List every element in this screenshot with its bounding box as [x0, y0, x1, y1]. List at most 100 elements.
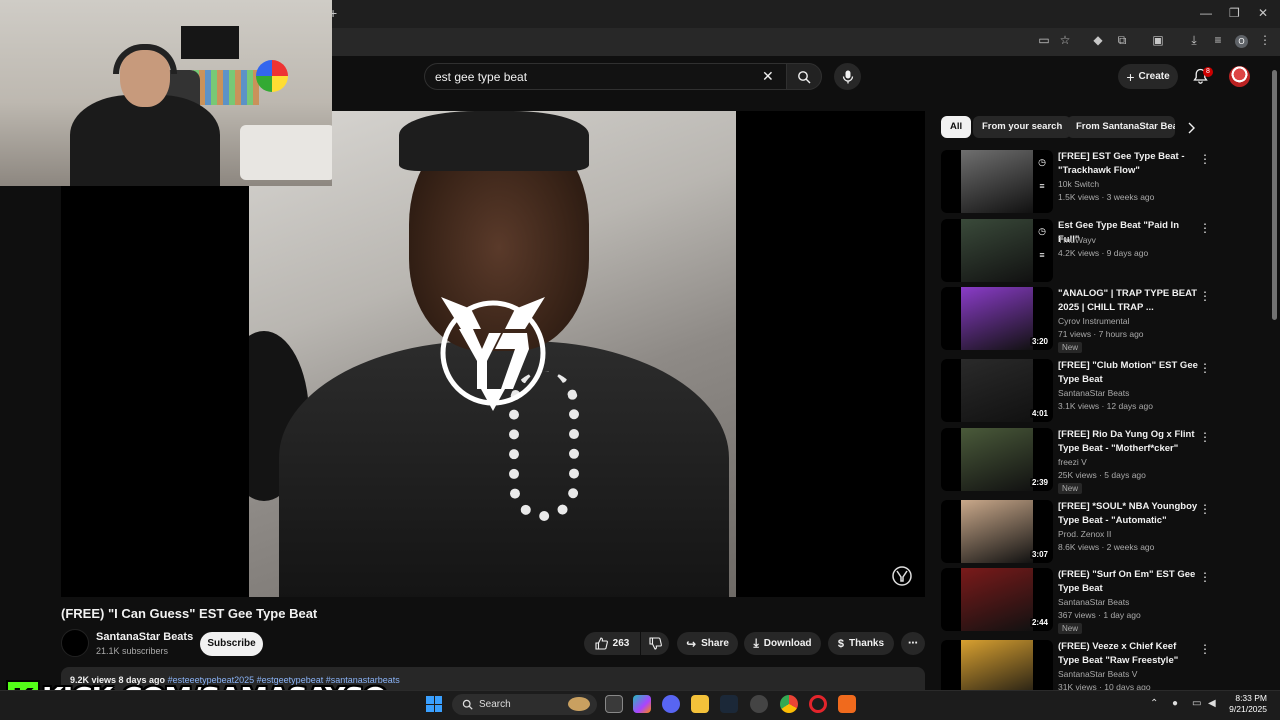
- video-thumbnail[interactable]: 2:39: [941, 428, 1053, 491]
- recommendation-title[interactable]: [FREE] *SOUL* NBA Youngboy Type Beat - "…: [1058, 500, 1198, 527]
- search-icon: [462, 699, 473, 710]
- recommendation-item[interactable]: 3:07 [FREE] *SOUL* NBA Youngboy Type Beat…: [941, 500, 1221, 566]
- voice-search-button[interactable]: [834, 63, 861, 90]
- close-window-button[interactable]: ✕: [1258, 6, 1268, 20]
- watch-later-icon[interactable]: ◷: [1035, 224, 1049, 238]
- tray-mic-icon[interactable]: ●: [1172, 698, 1178, 709]
- download-button[interactable]: ⤓ Download: [744, 632, 821, 655]
- recommendation-title[interactable]: "ANALOG" | TRAP TYPE BEAT 2025 | CHILL T…: [1058, 287, 1198, 314]
- app-icon[interactable]: [750, 695, 768, 713]
- more-options-icon[interactable]: ⋮: [1199, 642, 1211, 656]
- recommendation-title[interactable]: [FREE] "Club Motion" EST Gee Type Beat: [1058, 359, 1198, 386]
- more-options-icon[interactable]: ⋮: [1199, 361, 1211, 375]
- tray-display-icon[interactable]: ▭: [1192, 698, 1201, 709]
- taskbar-weather-icon[interactable]: [568, 697, 590, 711]
- video-thumbnail[interactable]: 2:44: [941, 568, 1053, 631]
- recommendation-channel[interactable]: TmuWayv: [1058, 235, 1096, 245]
- video-thumbnail[interactable]: ◷ ≡: [941, 219, 1053, 282]
- chip-from-your-search[interactable]: From your search: [973, 116, 1072, 138]
- recommendation-item[interactable]: 4:01 [FREE] "Club Motion" EST Gee Type Be…: [941, 359, 1221, 425]
- webcam-headset: [113, 44, 177, 74]
- more-options-icon[interactable]: ⋮: [1199, 289, 1211, 303]
- split-view-icon[interactable]: ▣: [1150, 33, 1166, 47]
- recommendation-channel[interactable]: SantanaStar Beats: [1058, 388, 1129, 398]
- chrome-icon[interactable]: [780, 695, 798, 713]
- bookmark-star-icon[interactable]: ☆: [1057, 33, 1073, 47]
- recommendation-item[interactable]: ◷ ≡ Est Gee Type Beat "Paid In Full" TmuWay…: [941, 219, 1221, 285]
- reading-list-icon[interactable]: ≡: [1210, 33, 1226, 47]
- tray-chevron-icon[interactable]: ⌃: [1150, 698, 1158, 709]
- recommendation-item[interactable]: 2:39 [FREE] Rio Da Yung Og x Flint Type B…: [941, 428, 1221, 494]
- steam-icon[interactable]: [720, 695, 738, 713]
- video-thumbnail[interactable]: 3:20: [941, 287, 1053, 350]
- discord-icon[interactable]: [662, 695, 680, 713]
- notification-count-badge: 8: [1203, 67, 1213, 77]
- recommendation-channel[interactable]: SantanaStar Beats: [1058, 597, 1129, 607]
- add-to-queue-icon[interactable]: ≡: [1035, 248, 1049, 262]
- share-button[interactable]: ↪ Share: [677, 632, 738, 655]
- add-to-queue-icon[interactable]: ≡: [1035, 179, 1049, 193]
- channel-avatar[interactable]: [61, 629, 89, 657]
- more-options-icon[interactable]: ⋮: [1199, 570, 1211, 584]
- extensions-puzzle-icon[interactable]: ⧉: [1114, 33, 1130, 48]
- watch-later-icon[interactable]: ◷: [1035, 155, 1049, 169]
- user-avatar[interactable]: [1229, 66, 1250, 87]
- webcam-bed: [240, 125, 332, 180]
- tray-volume-icon[interactable]: ◀: [1208, 698, 1216, 709]
- more-options-icon[interactable]: ⋮: [1199, 430, 1211, 444]
- video-thumbnail[interactable]: 4:01: [941, 359, 1053, 422]
- task-view-icon[interactable]: [605, 695, 623, 713]
- file-explorer-icon[interactable]: [691, 695, 709, 713]
- like-button[interactable]: 263: [584, 632, 640, 655]
- recommendation-channel[interactable]: 10k Switch: [1058, 179, 1099, 189]
- browser-profile-avatar[interactable]: O: [1235, 35, 1248, 48]
- cast-icon[interactable]: ▭: [1036, 33, 1052, 47]
- windows-start-icon[interactable]: [426, 696, 442, 712]
- webcam-overlay: [0, 0, 332, 186]
- recommendation-item[interactable]: 2:44 (FREE) "Surf On Em" EST Gee Type Bea…: [941, 568, 1221, 634]
- webcam-skateboards: [193, 70, 259, 105]
- more-options-icon[interactable]: ⋮: [1199, 502, 1211, 516]
- dislike-button[interactable]: [641, 632, 669, 655]
- chip-from-channel[interactable]: From SantanaStar Beats: [1067, 116, 1175, 138]
- more-actions-button[interactable]: ⋯: [901, 632, 925, 655]
- extension-diamond-icon[interactable]: ◆: [1090, 33, 1106, 47]
- video-thumbnail[interactable]: 3:07: [941, 500, 1053, 563]
- app-triangle-icon[interactable]: [838, 695, 856, 713]
- recommendation-title[interactable]: (FREE) "Surf On Em" EST Gee Type Beat: [1058, 568, 1198, 595]
- channel-name[interactable]: SantanaStar Beats: [96, 631, 193, 643]
- more-options-icon[interactable]: ⋮: [1199, 221, 1211, 235]
- video-duration: 3:07: [1029, 550, 1050, 559]
- browser-menu-icon[interactable]: ⋮: [1257, 33, 1273, 47]
- channel-watermark-icon[interactable]: [891, 565, 913, 587]
- recommendation-title[interactable]: [FREE] EST Gee Type Beat - "Trackhawk Fl…: [1058, 150, 1198, 177]
- subscribe-button[interactable]: Subscribe: [200, 632, 263, 656]
- recommendation-channel[interactable]: Prod. Zenox II: [1058, 529, 1111, 539]
- recommendation-channel[interactable]: SantanaStar Beats V: [1058, 669, 1137, 679]
- minimize-button[interactable]: —: [1200, 6, 1212, 20]
- opera-icon[interactable]: [809, 695, 827, 713]
- recommendation-channel[interactable]: freezi V: [1058, 457, 1087, 467]
- create-button[interactable]: + Create: [1118, 64, 1178, 89]
- clear-search-icon[interactable]: ✕: [762, 68, 774, 85]
- search-input[interactable]: est gee type beat: [424, 63, 786, 90]
- thumbnail-image: [961, 428, 1033, 491]
- webcam-streamer-body: [70, 95, 220, 186]
- restore-button[interactable]: ❐: [1229, 6, 1240, 20]
- recommendation-channel[interactable]: Cyrov Instrumental: [1058, 316, 1129, 326]
- search-button[interactable]: [786, 63, 822, 90]
- copilot-icon[interactable]: [633, 695, 651, 713]
- more-options-icon[interactable]: ⋮: [1199, 152, 1211, 166]
- taskbar-clock[interactable]: 8:33 PM 9/21/2025: [1223, 693, 1267, 715]
- recommendation-title[interactable]: [FREE] Rio Da Yung Og x Flint Type Beat …: [1058, 428, 1198, 455]
- video-duration: 2:39: [1029, 478, 1050, 487]
- recommendation-item[interactable]: 3:20 "ANALOG" | TRAP TYPE BEAT 2025 | CHI…: [941, 287, 1221, 353]
- chevron-right-icon[interactable]: [1187, 121, 1195, 139]
- scrollbar-thumb[interactable]: [1272, 70, 1277, 320]
- downloads-icon[interactable]: ⤓: [1186, 33, 1202, 48]
- video-thumbnail[interactable]: ◷ ≡: [941, 150, 1053, 213]
- thanks-button[interactable]: $ Thanks: [828, 632, 894, 655]
- recommendation-item[interactable]: ◷ ≡ [FREE] EST Gee Type Beat - "Trackhawk …: [941, 150, 1221, 216]
- recommendation-title[interactable]: (FREE) Veeze x Chief Keef Type Beat "Raw…: [1058, 640, 1198, 667]
- chip-all[interactable]: All: [941, 116, 972, 138]
